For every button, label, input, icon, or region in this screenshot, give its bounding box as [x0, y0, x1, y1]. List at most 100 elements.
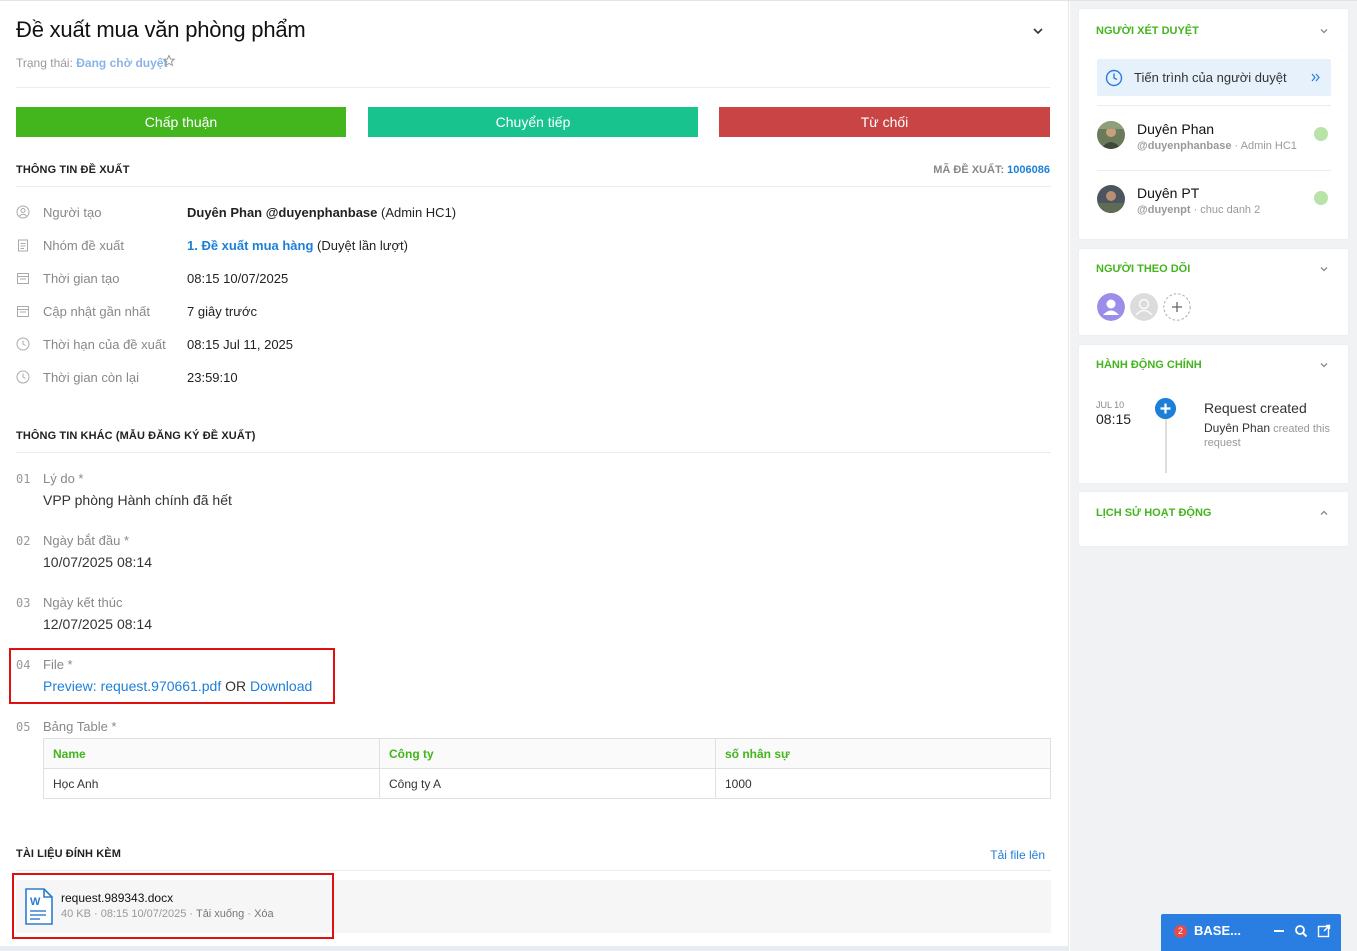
table-header: Công ty — [379, 738, 716, 769]
info-label: Nhóm đề xuất — [43, 238, 124, 253]
field-number: 02 — [16, 534, 31, 548]
avatar — [1097, 185, 1125, 213]
field-label: Ngày bắt đầu * — [43, 533, 130, 548]
progress-label: Tiến trình của người duyệt — [1134, 70, 1287, 85]
user-icon — [16, 205, 30, 219]
timeline-actor: Duyên Phan — [1204, 421, 1271, 435]
table-header: số nhân sự — [715, 738, 1051, 769]
field-number: 05 — [16, 720, 31, 734]
follower-avatar[interactable] — [1097, 293, 1125, 321]
table-header: Name — [43, 738, 380, 769]
page-title: Đề xuất mua văn phòng phẩm — [16, 17, 306, 42]
status-dot — [1314, 191, 1328, 205]
timeline-detail: Duyên Phan created this request — [1204, 421, 1334, 450]
reviewer-progress-button[interactable]: Tiến trình của người duyệt — [1097, 59, 1331, 96]
search-icon[interactable] — [1294, 924, 1308, 938]
table-header-row: Name Công ty số nhân sự — [43, 738, 1051, 769]
field-label: Ngày kết thúc — [43, 595, 123, 610]
chevron-up-icon[interactable] — [1318, 507, 1330, 519]
group-mode: (Duyệt lần lượt) — [313, 238, 408, 253]
chevron-down-icon[interactable] — [1318, 263, 1330, 275]
info-label: Thời gian tạo — [43, 271, 120, 286]
remaining-time: 23:59:10 — [187, 370, 238, 385]
chevron-down-icon[interactable] — [1318, 25, 1330, 37]
status-dot — [1314, 127, 1328, 141]
creator-name: Duyên Phan @duyenphanbase — [187, 205, 378, 220]
section-title-attachments: TÀI LIỆU ĐÍNH KÈM — [16, 848, 121, 860]
field-number: 01 — [16, 472, 31, 486]
field-label: Bảng Table * — [43, 719, 117, 734]
reviewer-meta: @duyenphanbase · Admin HC1 — [1137, 140, 1297, 152]
timeline-date: JUL 10 — [1096, 400, 1125, 410]
reviewer-meta: @duyenpt · chuc danh 2 — [1137, 204, 1260, 216]
info-row-updated: Cập nhật gần nhất 7 giây trước — [16, 302, 1046, 322]
proposal-code: MÃ ĐỀ XUẤT: 1006086 — [933, 164, 1050, 176]
proposal-code-value: 1006086 — [1007, 164, 1050, 176]
divider — [16, 452, 1051, 453]
external-link-icon[interactable] — [1317, 924, 1331, 938]
reviewer-item[interactable]: Duyên PT @duyenpt · chuc danh 2 — [1097, 185, 1331, 231]
right-sidebar: NGƯỜI XÉT DUYỆT Tiến trình của người duy… — [1070, 1, 1357, 951]
followers-card: NGƯỜI THEO DÕI — [1079, 249, 1348, 335]
highlight-box — [12, 873, 334, 939]
history-card: LỊCH SỬ HOẠT ĐỘNG — [1079, 492, 1348, 546]
chevron-down-icon[interactable] — [1030, 23, 1046, 39]
chevron-down-icon[interactable] — [1318, 359, 1330, 371]
highlight-box — [9, 648, 335, 704]
status-badge: Đang chờ duyệt — [76, 56, 168, 70]
calendar-icon — [17, 306, 29, 317]
field-value: 12/07/2025 08:14 — [43, 616, 152, 632]
main-actions-card: HÀNH ĐỘNG CHÍNH JUL 10 08:15 Request cre… — [1079, 345, 1348, 483]
follower-avatar[interactable] — [1130, 293, 1158, 321]
info-label: Thời gian còn lại — [43, 370, 139, 385]
reviewer-role: · chuc danh 2 — [1190, 204, 1261, 216]
field-number: 03 — [16, 596, 31, 610]
star-icon[interactable] — [162, 54, 176, 68]
info-label: Người tạo — [43, 205, 102, 220]
double-chevron-right-icon — [1311, 73, 1320, 82]
info-row-creator: Người tạo Duyên Phan @duyenphanbase (Adm… — [16, 203, 1046, 223]
card-title: NGƯỜI XÉT DUYỆT — [1096, 25, 1199, 37]
info-value: Duyên Phan @duyenphanbase (Admin HC1) — [187, 205, 456, 220]
widget-title: BASE... — [1194, 923, 1241, 938]
approve-button[interactable]: Chấp thuận — [16, 107, 346, 137]
main-panel: Đề xuất mua văn phòng phẩm Trạng thái: Đ… — [0, 1, 1069, 951]
add-follower-icon[interactable] — [1163, 293, 1191, 321]
data-table: Name Công ty số nhân sự Học Anh Công ty … — [43, 738, 1051, 799]
info-row-remaining: Thời gian còn lại 23:59:10 — [16, 368, 1046, 388]
minimize-icon[interactable] — [1272, 924, 1286, 938]
notification-badge: 2 — [1174, 925, 1187, 938]
divider — [1097, 105, 1331, 106]
table-cell: Học Anh — [43, 768, 380, 799]
clock-icon — [16, 337, 30, 351]
reviewer-role: · Admin HC1 — [1231, 140, 1297, 152]
forward-button[interactable]: Chuyển tiếp — [368, 107, 698, 137]
plus-icon — [1155, 398, 1176, 419]
reviewer-username: @duyenpt — [1137, 204, 1191, 216]
card-title: LỊCH SỬ HOẠT ĐỘNG — [1096, 507, 1212, 519]
calendar-icon — [17, 273, 29, 284]
reviewer-item[interactable]: Duyên Phan @duyenphanbase · Admin HC1 — [1097, 121, 1331, 167]
clipboard-icon — [18, 239, 28, 252]
reject-button[interactable]: Từ chối — [719, 107, 1050, 137]
info-value: 7 giây trước — [187, 304, 257, 319]
bottom-scrollbar[interactable] — [0, 946, 1069, 951]
card-title: NGƯỜI THEO DÕI — [1096, 263, 1191, 275]
field-label: Lý do * — [43, 471, 84, 486]
chat-widget[interactable]: 2 BASE... — [1161, 914, 1341, 951]
status-label: Trạng thái: — [16, 56, 73, 70]
info-row-group: Nhóm đề xuất 1. Đề xuất mua hàng (Duyệt … — [16, 236, 1046, 256]
divider — [1097, 170, 1331, 171]
info-row-created: Thời gian tạo 08:15 10/07/2025 — [16, 269, 1046, 289]
table-cell: 1000 — [715, 768, 1051, 799]
proposal-code-label: MÃ ĐỀ XUẤT: — [933, 164, 1005, 176]
creator-role: (Admin HC1) — [377, 205, 457, 220]
group-link[interactable]: 1. Đề xuất mua hàng — [187, 238, 313, 253]
clock-icon — [1105, 69, 1123, 87]
info-row-deadline: Thời hạn của đề xuất 08:15 Jul 11, 2025 — [16, 335, 1046, 355]
status-line: Trạng thái: Đang chờ duyệt — [16, 56, 167, 70]
upload-file-link[interactable]: Tải file lên — [990, 848, 1045, 862]
table-cell: Công ty A — [379, 768, 716, 799]
info-value: 1. Đề xuất mua hàng (Duyệt lần lượt) — [187, 238, 408, 253]
timeline-event: Request created — [1204, 400, 1307, 416]
